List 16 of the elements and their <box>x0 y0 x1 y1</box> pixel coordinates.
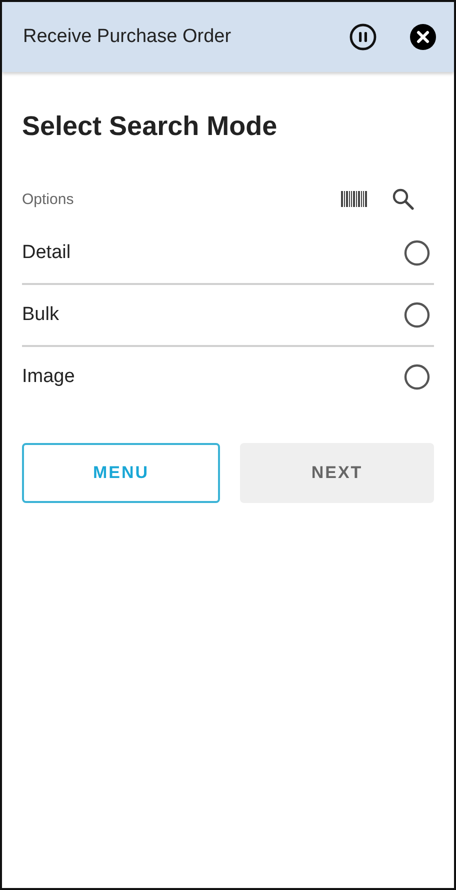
option-row[interactable]: Bulk <box>22 285 434 347</box>
option-label: Image <box>22 366 76 388</box>
barcode-icon[interactable] <box>341 191 367 207</box>
options-label: Options <box>22 190 75 208</box>
screen-title: Receive Purchase Order <box>23 26 232 48</box>
option-label: Detail <box>22 242 72 264</box>
search-icon[interactable] <box>392 188 414 210</box>
page-heading: Select Search Mode <box>22 110 278 142</box>
radio-button[interactable] <box>404 302 430 328</box>
radio-button[interactable] <box>404 364 430 390</box>
option-row[interactable]: Detail <box>22 223 434 285</box>
option-row[interactable]: Image <box>22 347 434 407</box>
close-icon[interactable] <box>410 24 436 50</box>
pause-icon[interactable] <box>349 23 377 51</box>
option-label: Bulk <box>22 304 60 326</box>
radio-button[interactable] <box>404 240 430 266</box>
